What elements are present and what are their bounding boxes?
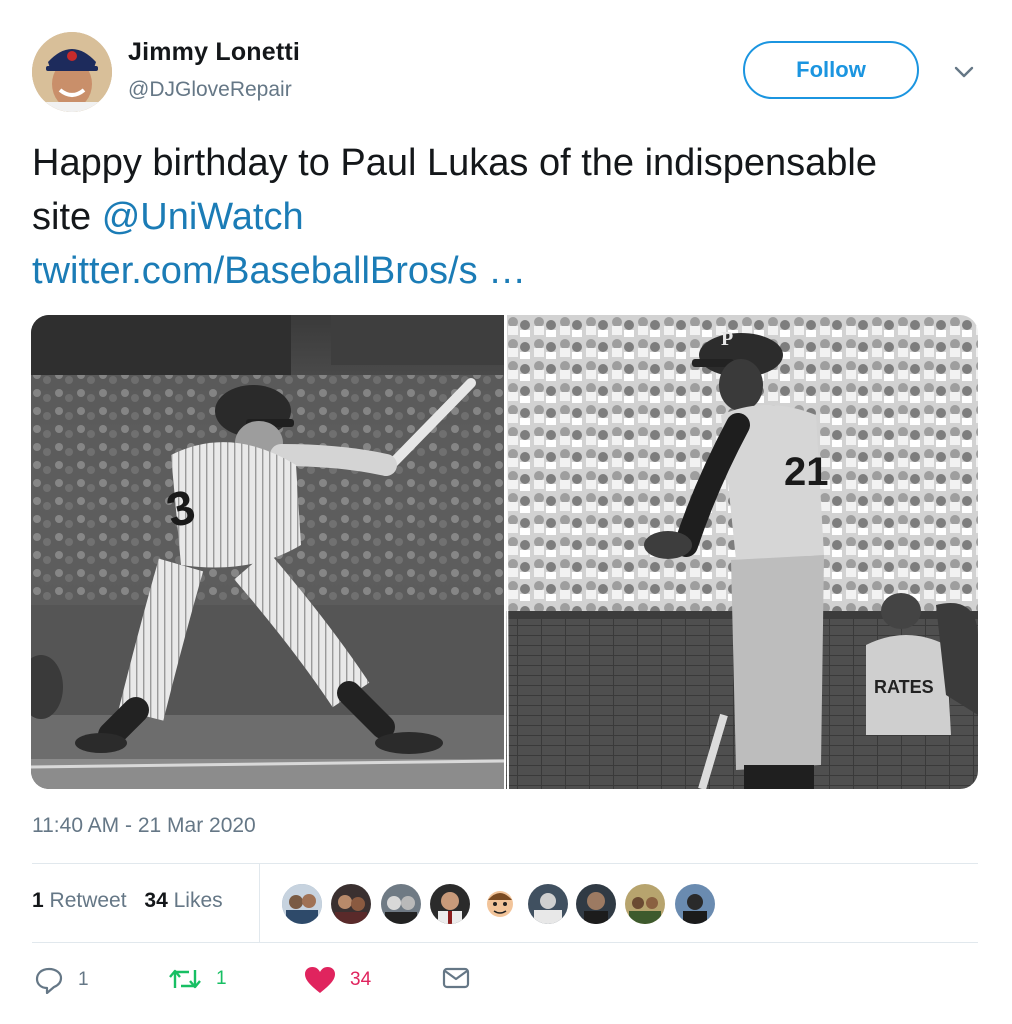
liker-avatar-7[interactable]: [575, 883, 617, 925]
tweet-timestamp[interactable]: 11:40 AM - 21 Mar 2020: [32, 814, 256, 838]
retweet-stat[interactable]: 1 Retweet: [32, 889, 127, 912]
reply-icon: [35, 967, 63, 994]
tweet-text: Happy birthday to Paul Lukas of the indi…: [32, 136, 932, 298]
author-name[interactable]: Jimmy Lonetti: [128, 38, 300, 67]
liker-avatar-2[interactable]: [330, 883, 372, 925]
like-action-count: 34: [350, 969, 372, 990]
envelope-icon: [442, 967, 470, 989]
author-avatar[interactable]: [32, 32, 112, 112]
liker-avatar-6[interactable]: [527, 883, 569, 925]
author-handle[interactable]: @DJGloveRepair: [128, 78, 292, 102]
liker-avatar-5[interactable]: [479, 883, 521, 925]
reply-button[interactable]: 1: [34, 966, 89, 994]
background-jersey-text: RATES: [874, 677, 934, 697]
photo-pitcher[interactable]: RATES P 21: [506, 315, 978, 789]
retweet-button[interactable]: 1: [168, 966, 227, 992]
liker-avatar-3[interactable]: [380, 883, 422, 925]
liker-avatar-8[interactable]: [624, 883, 666, 925]
tweet-stats: 1 Retweet 34 Likes: [32, 889, 223, 913]
heart-icon: [305, 967, 335, 993]
chevron-down-icon[interactable]: [950, 60, 978, 84]
mention-link[interactable]: @UniWatch: [102, 196, 304, 238]
url-link[interactable]: twitter.com/BaseballBros/s …: [32, 250, 526, 292]
reply-count: 1: [78, 969, 89, 990]
likes-label: Likes: [173, 889, 223, 912]
media-grid: 3 RATES P 21: [31, 315, 978, 789]
retweet-count: 1: [32, 889, 44, 912]
like-button[interactable]: 34: [304, 966, 371, 994]
likes-stat[interactable]: 34 Likes: [144, 889, 222, 912]
right-jersey-number: 21: [784, 450, 829, 494]
liker-avatar-9[interactable]: [674, 883, 716, 925]
liker-avatar-4[interactable]: [429, 883, 471, 925]
baseball-player-avatar-icon: [32, 32, 112, 112]
retweet-label: Retweet: [49, 889, 127, 912]
liker-avatar-1[interactable]: [281, 883, 323, 925]
retweet-action-count: 1: [216, 968, 227, 989]
divider-bottom: [32, 942, 978, 943]
likes-count: 34: [144, 889, 168, 912]
follow-button[interactable]: Follow: [743, 41, 919, 99]
direct-message-button[interactable]: [442, 966, 470, 990]
stats-separator: [259, 864, 260, 942]
photo-batter[interactable]: 3: [31, 315, 504, 789]
svg-text:P: P: [721, 328, 733, 350]
retweet-icon: [169, 969, 201, 989]
divider-top: [32, 863, 978, 864]
